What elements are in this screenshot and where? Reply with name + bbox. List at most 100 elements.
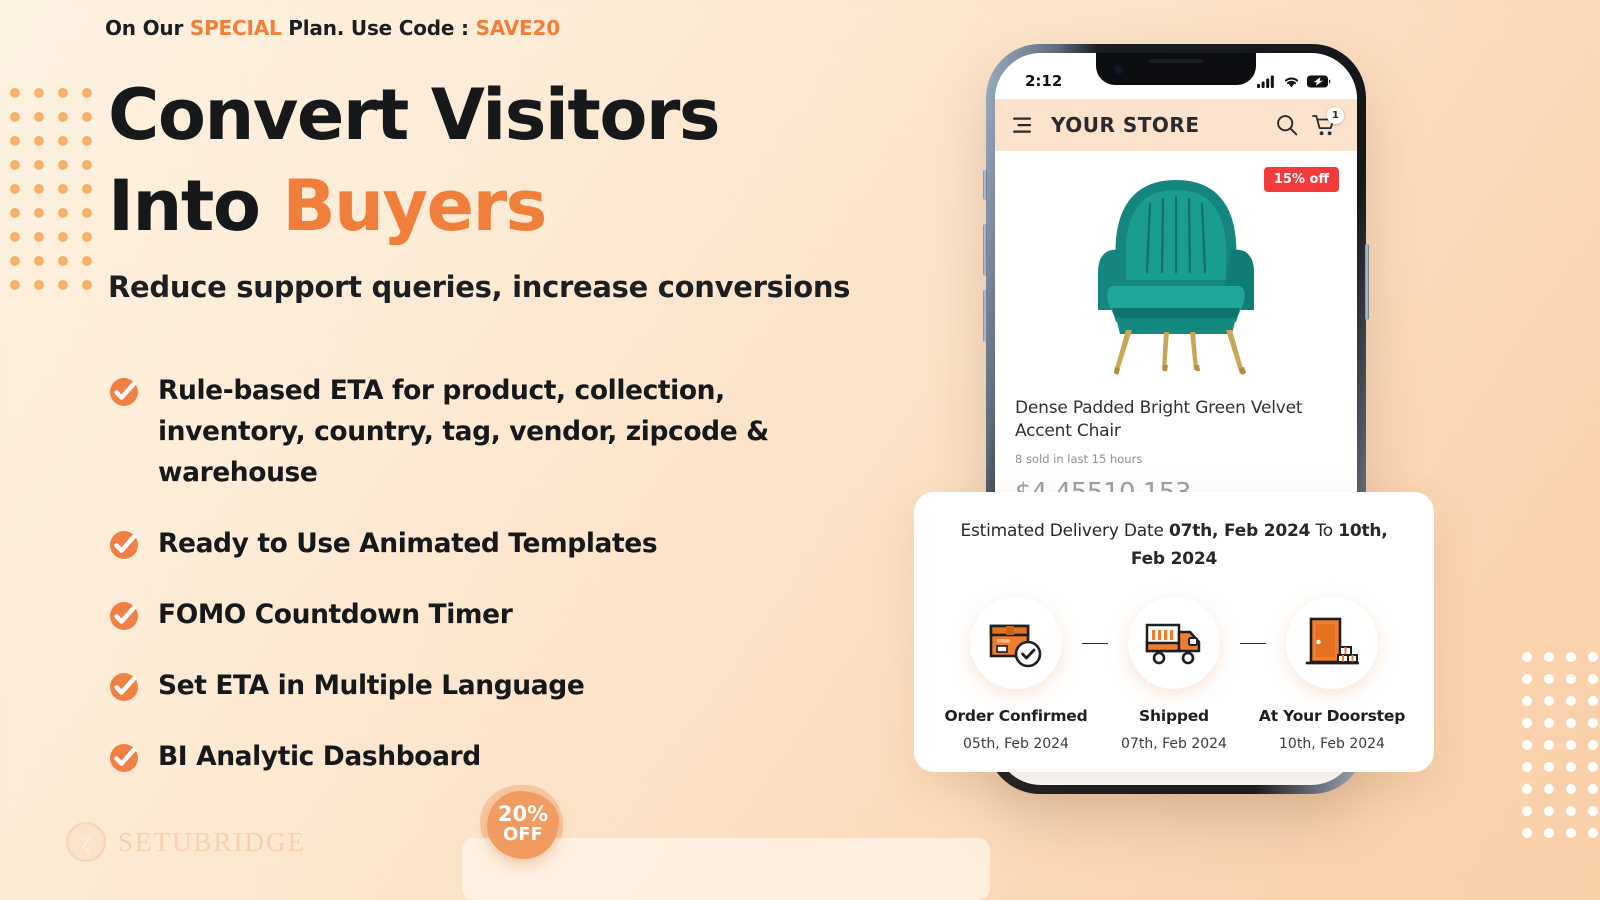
promo-text-before: On Our [105,16,190,40]
dot [58,136,68,146]
phone-volume-down-button[interactable] [983,290,987,342]
product-discount-badge: 15% off [1263,167,1339,192]
product-title: Dense Padded Bright Green Velvet Accent … [1015,398,1303,441]
step-date: 10th, Feb 2024 [1279,736,1385,753]
dot [1544,740,1554,750]
store-header: YOUR STORE 1 [995,99,1357,151]
check-circle-icon [108,600,140,632]
dot [58,184,68,194]
feature-label: Set ETA in Multiple Language [158,670,585,702]
leaf-mark-icon: ʐ [66,822,106,862]
dot [58,232,68,242]
dot [1588,740,1598,750]
discount-percent: 20% [497,802,549,827]
step-date: 05th, Feb 2024 [963,736,1069,753]
headline-line-2-plain: Into [108,165,283,247]
dot [34,280,44,290]
step-label: At Your Doorstep [1258,707,1406,726]
step-icon-wrapper [970,597,1062,690]
dot [1544,652,1554,662]
timeline-step-shipped: Shipped 07th, Feb 2024 [1108,597,1240,752]
decorative-dot-grid-right [1522,652,1600,850]
dot [10,88,20,98]
dot [1566,696,1576,706]
dot [82,112,92,122]
dot [1588,652,1598,662]
promo-text-middle: Plan. Use Code : [281,16,476,40]
phone-power-button[interactable] [1365,244,1369,320]
headline-line-2-accent: Buyers [282,165,547,247]
dot [10,256,20,266]
feature-label: Ready to Use Animated Templates [158,528,658,560]
dot [1566,828,1576,838]
dot [34,112,44,122]
delivery-estimate-card: Estimated Delivery Date 07th, Feb 2024 T… [914,492,1434,772]
dot [34,136,44,146]
brand-wordmark: SETUBRIDGE [118,826,306,857]
phone-volume-up-button[interactable] [983,224,987,276]
hamburger-menu-icon[interactable] [1013,117,1037,134]
dot [1566,718,1576,728]
dot [10,280,20,290]
dot [58,280,68,290]
dot [10,232,20,242]
dot [82,232,92,242]
dot [82,256,92,266]
page-title: Convert Visitors Into Buyers [108,70,908,252]
cart-item-count-badge: 1 [1327,106,1344,124]
search-icon[interactable] [1276,114,1298,136]
dot [10,160,20,170]
check-circle-icon [108,529,140,561]
discount-off-label: OFF [503,824,543,846]
dot [82,160,92,170]
feature-label: FOMO Countdown Timer [158,599,513,631]
step-icon-wrapper [1286,597,1378,690]
check-circle-icon [108,671,140,703]
dot [1544,828,1554,838]
delivery-date-start: 07th, Feb 2024 [1168,521,1311,541]
subheadline: Reduce support queries, increase convers… [108,270,851,304]
dot [1522,674,1532,684]
dot [1588,762,1598,772]
dot [82,184,92,194]
step-icon-wrapper [1128,597,1220,690]
decorative-dot-grid-left [10,88,106,304]
phone-silent-switch[interactable] [983,170,987,200]
dot [10,184,20,194]
dot [34,160,44,170]
product-sold-note: 8 sold in last 15 hours [1015,451,1143,466]
wifi-icon [1284,77,1299,87]
timeline-step-order-confirmed: Order Confirmed 05th, Feb 2024 [945,597,1088,753]
shopping-cart-icon[interactable]: 1 [1312,106,1344,137]
feature-item: Set ETA in Multiple Language [108,665,908,706]
dot [10,208,20,218]
status-bar-time: 2:12 [1025,72,1063,90]
feature-label: BI Analytic Dashboard [158,741,481,773]
dot [1566,740,1576,750]
dot [1566,806,1576,816]
promo-text: On Our SPECIAL Plan. Use Code : SAVE20 [105,16,560,40]
delivery-timeline: Order Confirmed 05th, Feb 2024 Shipped 0… [944,597,1406,753]
feature-item: BI Analytic Dashboard [108,736,908,777]
dot [1588,784,1598,794]
door-parcels-icon [1305,617,1359,665]
product-detail: 15% off Dense Padded Bright Green Velvet… [995,151,1357,508]
status-bar-icons [1257,75,1331,88]
dot [1544,784,1554,794]
feature-item: Rule-based ETA for product, collection, … [108,370,908,493]
dot [1522,718,1532,728]
dot [1544,696,1554,706]
dot [1522,806,1532,816]
check-circle-icon [108,742,140,774]
delivery-heading-prefix: Estimated Delivery Date [960,521,1169,541]
product-image[interactable] [1015,165,1337,381]
dot [58,88,68,98]
dot [34,208,44,218]
dot [1544,762,1554,772]
dot [1544,718,1554,728]
package-check-icon [989,624,1042,668]
step-label: Order Confirmed [944,707,1088,726]
dot [34,184,44,194]
feature-label: Rule-based ETA for product, collection, … [158,375,769,489]
dot [1522,696,1532,706]
